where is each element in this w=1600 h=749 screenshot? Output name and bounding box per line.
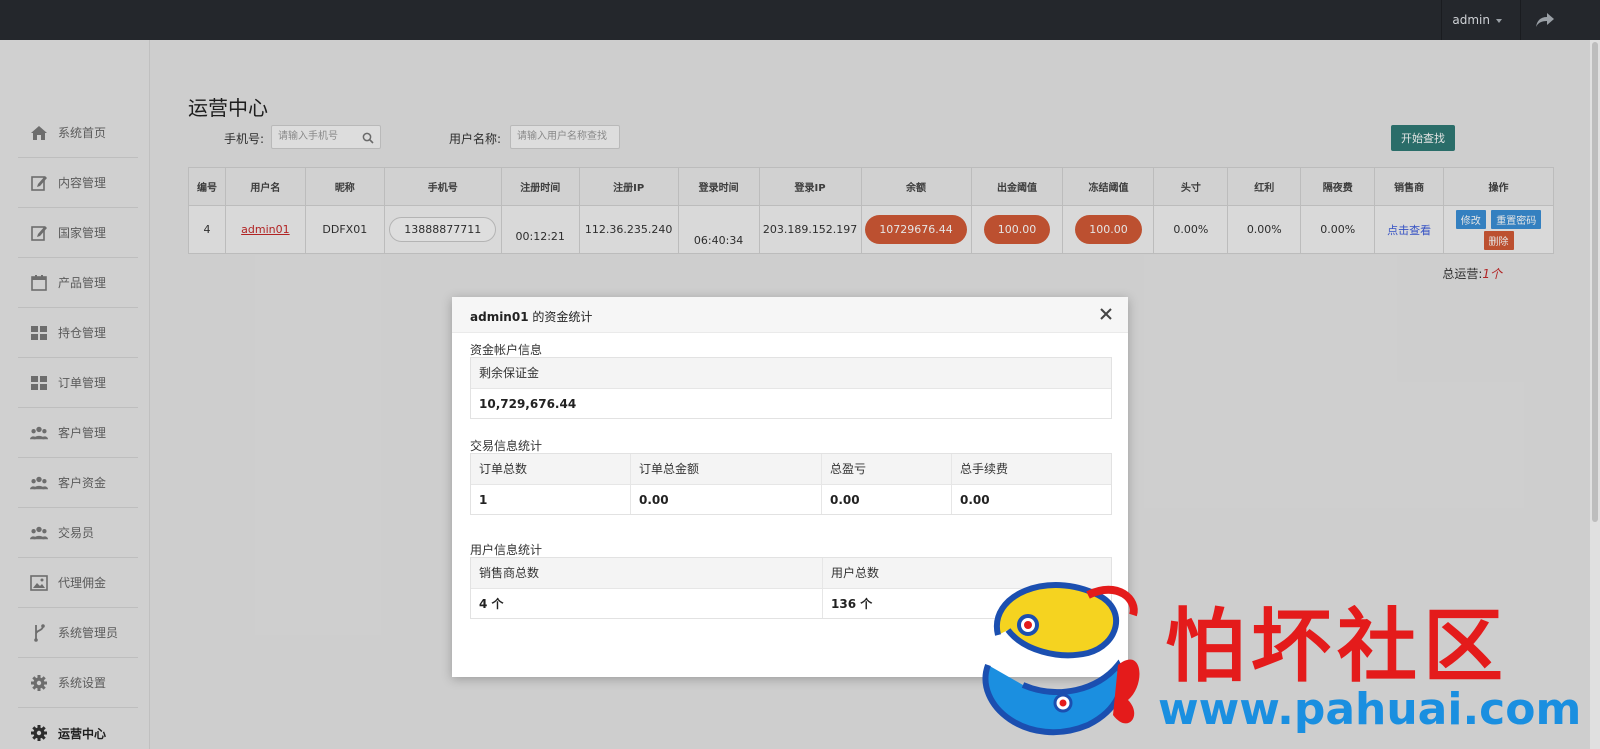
account-header: 剩余保证金 [479,366,540,380]
user-value-sellers: 4 个 [471,589,823,618]
modal-title-suffix: 的资金统计 [528,310,593,324]
user-menu[interactable]: admin [1441,0,1512,40]
trade-value-fees: 0.00 [960,493,990,507]
account-header-row: 剩余保证金 [471,358,1111,388]
logout-button[interactable] [1520,0,1568,40]
trade-value-orders: 1 [471,485,631,514]
close-icon[interactable] [1098,306,1114,322]
top-navbar: admin [0,0,1600,40]
account-section-title: 资金帐户信息 [470,343,543,357]
user-section-title: 用户信息统计 [470,543,543,557]
trade-value-amount: 0.00 [631,485,822,514]
account-info-box: 剩余保证金 10,729,676.44 [470,357,1112,419]
user-header-sellers: 销售商总数 [471,558,823,588]
trade-value-pnl: 0.00 [822,485,952,514]
page-scrollbar[interactable] [1590,40,1600,749]
scrollbar-thumb[interactable] [1592,42,1598,522]
modal-title: admin01 的资金统计 [470,308,592,325]
watermark-logo-icon [968,575,1148,748]
trade-header-fees: 总手续费 [960,462,1009,476]
user-menu-label: admin [1452,13,1490,27]
watermark-text: 怕坏社区 [1165,599,1509,693]
trade-header-amount: 订单总金额 [631,454,822,484]
trade-stats-box: 订单总数 订单总金额 总盈亏 总手续费 1 0.00 0.00 0.00 [470,453,1112,515]
caret-down-icon [1496,18,1502,23]
share-forward-icon [1535,13,1554,27]
trade-value-row: 1 0.00 0.00 0.00 [471,484,1111,514]
trade-header-orders: 订单总数 [471,454,631,484]
trade-section-title: 交易信息统计 [470,439,543,453]
trade-header-pnl: 总盈亏 [822,454,952,484]
modal-header: admin01 的资金统计 [452,297,1128,333]
remaining-margin-value: 10,729,676.44 [479,397,577,411]
watermark-url: www.pahuai.com [1158,684,1582,735]
trade-header-row: 订单总数 订单总金额 总盈亏 总手续费 [471,454,1111,484]
modal-title-user: admin01 [470,310,529,324]
account-value-row: 10,729,676.44 [471,388,1111,418]
